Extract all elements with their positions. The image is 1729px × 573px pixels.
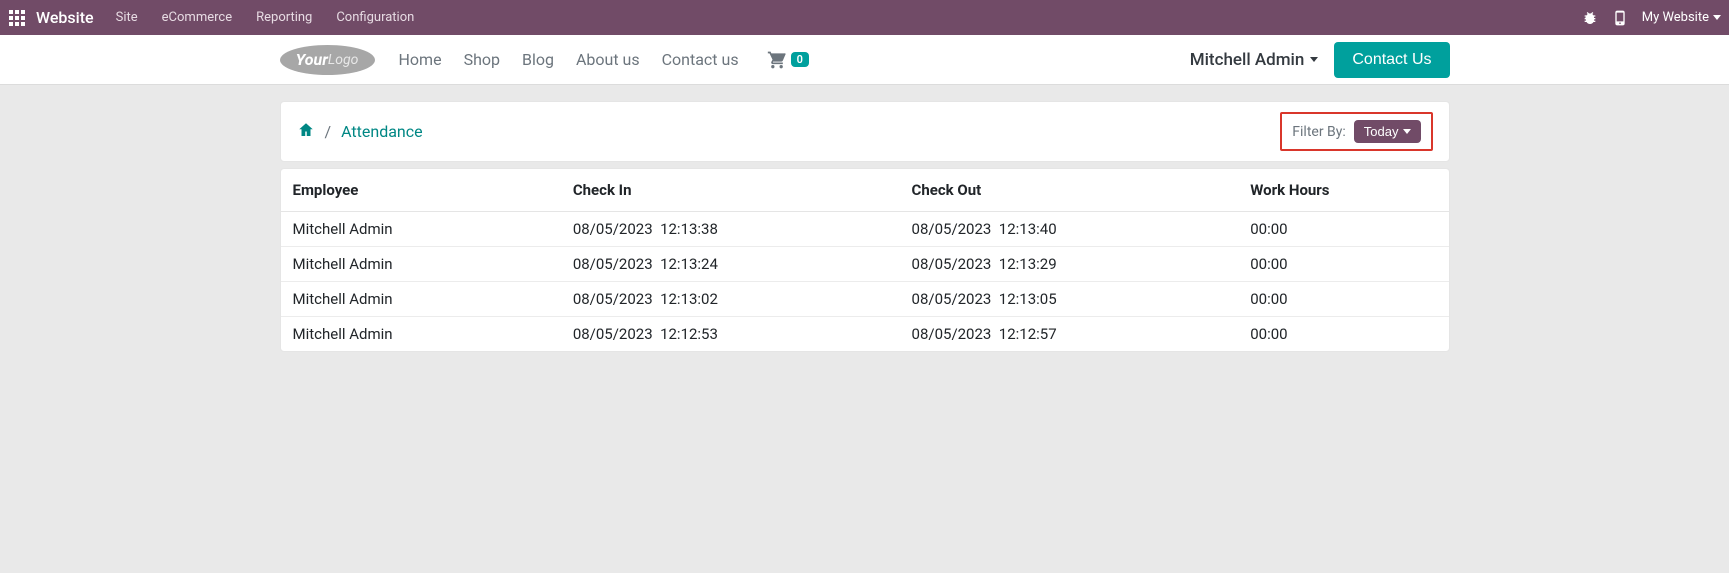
filter-by-label: Filter By:	[1292, 124, 1346, 140]
col-employee: Employee	[281, 169, 561, 212]
breadcrumb-separator: /	[325, 122, 332, 141]
user-dropdown[interactable]: Mitchell Admin	[1190, 50, 1319, 70]
cell-employee: Mitchell Admin	[281, 212, 561, 247]
cell-work-hours: 00:00	[1238, 212, 1448, 247]
nav-blog[interactable]: Blog	[522, 50, 554, 69]
nav-shop[interactable]: Shop	[464, 50, 500, 69]
nav-home[interactable]: Home	[399, 50, 442, 69]
col-check-in: Check In	[561, 169, 900, 212]
cell-check-out: 08/05/2023 12:13:05	[900, 282, 1239, 317]
top-menu-ecommerce[interactable]: eCommerce	[162, 10, 232, 25]
contact-us-button[interactable]: Contact Us	[1334, 42, 1449, 78]
col-work-hours: Work Hours	[1238, 169, 1448, 212]
site-header: YourLogo Home Shop Blog About us Contact…	[0, 35, 1729, 85]
my-website-dropdown[interactable]: My Website	[1642, 10, 1721, 25]
breadcrumb: / Attendance	[297, 121, 423, 143]
breadcrumb-bar: / Attendance Filter By: Today	[280, 101, 1450, 162]
caret-down-icon	[1403, 129, 1411, 134]
cell-check-out: 08/05/2023 12:12:57	[900, 317, 1239, 352]
app-name[interactable]: Website	[36, 8, 94, 27]
cell-employee: Mitchell Admin	[281, 247, 561, 282]
top-menu: Site eCommerce Reporting Configuration	[116, 10, 1582, 25]
cell-employee: Mitchell Admin	[281, 317, 561, 352]
table-row: Mitchell Admin08/05/2023 12:13:0208/05/2…	[281, 282, 1449, 317]
cell-check-out: 08/05/2023 12:13:29	[900, 247, 1239, 282]
nav-contact-us[interactable]: Contact us	[662, 50, 739, 69]
top-menu-reporting[interactable]: Reporting	[256, 10, 312, 25]
content: / Attendance Filter By: Today Employee C…	[280, 101, 1450, 352]
cell-work-hours: 00:00	[1238, 282, 1448, 317]
user-name: Mitchell Admin	[1190, 50, 1305, 70]
table-row: Mitchell Admin08/05/2023 12:13:2408/05/2…	[281, 247, 1449, 282]
apps-icon[interactable]	[8, 9, 26, 27]
my-website-label: My Website	[1642, 10, 1709, 25]
cell-work-hours: 00:00	[1238, 247, 1448, 282]
filter-value: Today	[1364, 124, 1399, 139]
cell-employee: Mitchell Admin	[281, 282, 561, 317]
cart-count-badge: 0	[791, 52, 809, 67]
filter-highlight-box: Filter By: Today	[1280, 112, 1432, 151]
top-menu-configuration[interactable]: Configuration	[336, 10, 414, 25]
breadcrumb-current[interactable]: Attendance	[341, 122, 423, 141]
attendance-table: Employee Check In Check Out Work Hours M…	[281, 169, 1449, 351]
top-bar: Website Site eCommerce Reporting Configu…	[0, 0, 1729, 35]
bug-icon[interactable]	[1582, 10, 1598, 26]
table-row: Mitchell Admin08/05/2023 12:12:5308/05/2…	[281, 317, 1449, 352]
cell-check-out: 08/05/2023 12:13:40	[900, 212, 1239, 247]
table-row: Mitchell Admin08/05/2023 12:13:3808/05/2…	[281, 212, 1449, 247]
cell-work-hours: 00:00	[1238, 317, 1448, 352]
site-nav: Home Shop Blog About us Contact us	[399, 50, 739, 69]
nav-about-us[interactable]: About us	[576, 50, 640, 69]
cart-button[interactable]: 0	[767, 50, 809, 70]
table-header-row: Employee Check In Check Out Work Hours	[281, 169, 1449, 212]
logo[interactable]: YourLogo	[280, 45, 375, 75]
filter-dropdown[interactable]: Today	[1354, 120, 1421, 143]
attendance-table-card: Employee Check In Check Out Work Hours M…	[280, 168, 1450, 352]
caret-down-icon	[1310, 57, 1318, 62]
cell-check-in: 08/05/2023 12:13:38	[561, 212, 900, 247]
col-check-out: Check Out	[900, 169, 1239, 212]
topbar-right: My Website	[1582, 10, 1721, 26]
cart-icon	[767, 50, 787, 70]
cell-check-in: 08/05/2023 12:13:24	[561, 247, 900, 282]
cell-check-in: 08/05/2023 12:13:02	[561, 282, 900, 317]
caret-down-icon	[1713, 15, 1721, 20]
cell-check-in: 08/05/2023 12:12:53	[561, 317, 900, 352]
home-icon[interactable]	[297, 121, 315, 143]
top-menu-site[interactable]: Site	[116, 10, 138, 25]
mobile-icon[interactable]	[1612, 10, 1628, 26]
